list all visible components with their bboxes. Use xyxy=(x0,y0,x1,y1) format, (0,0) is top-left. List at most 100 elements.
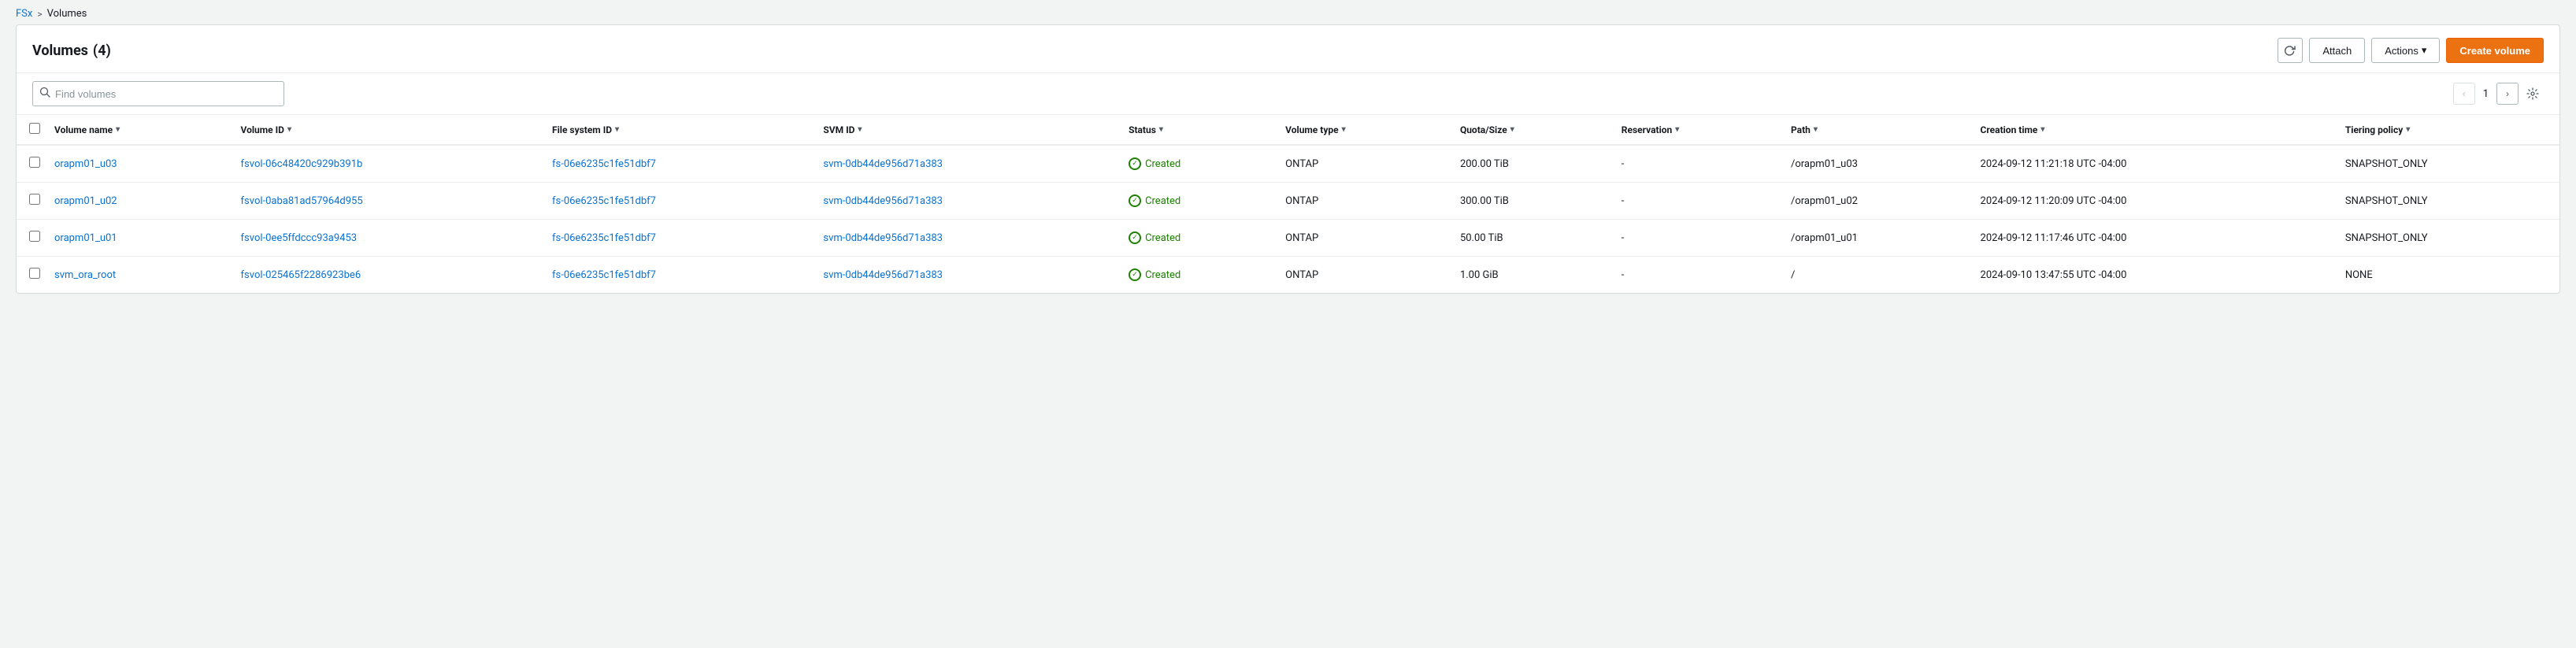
search-icon xyxy=(39,87,50,101)
cell-creation-time-0: 2024-09-12 11:21:18 UTC -04:00 xyxy=(1971,145,2336,183)
row-checkbox-cell xyxy=(17,220,45,257)
sort-icon-creation-time[interactable]: ▾ xyxy=(2040,125,2044,134)
volume-count: (4) xyxy=(93,43,111,59)
cell-filesystem-id-2: fs-06e6235c1fe51dbf7 xyxy=(543,220,814,257)
prev-page-button[interactable]: ‹ xyxy=(2453,83,2475,105)
filesystem-id-link-2[interactable]: fs-06e6235c1fe51dbf7 xyxy=(552,232,656,244)
cell-volume-id-1: fsvol-0aba81ad57964d955 xyxy=(232,183,543,220)
toolbar: ‹ 1 › xyxy=(17,73,2559,115)
breadcrumb: FSx > Volumes xyxy=(0,0,2576,24)
filesystem-id-link-0[interactable]: fs-06e6235c1fe51dbf7 xyxy=(552,158,656,170)
cell-status-2: ✓ Created xyxy=(1119,220,1276,257)
th-reservation: Reservation ▾ xyxy=(1612,115,1781,145)
th-volume-id: Volume ID ▾ xyxy=(232,115,543,145)
cell-status-1: ✓ Created xyxy=(1119,183,1276,220)
sort-icon-filesystem-id[interactable]: ▾ xyxy=(615,125,619,134)
status-check-icon-1: ✓ xyxy=(1129,194,1141,207)
sort-icon-path[interactable]: ▾ xyxy=(1814,125,1818,134)
cell-tiering-policy-2: SNAPSHOT_ONLY xyxy=(2336,220,2559,257)
status-badge-1: ✓ Created xyxy=(1129,194,1266,207)
volume-name-link-3[interactable]: svm_ora_root xyxy=(54,269,116,281)
cell-volume-id-2: fsvol-0ee5ffdccc93a9453 xyxy=(232,220,543,257)
svm-id-link-0[interactable]: svm-0db44de956d71a383 xyxy=(823,158,943,170)
volume-id-link-2[interactable]: fsvol-0ee5ffdccc93a9453 xyxy=(241,232,358,244)
sort-icon-reservation[interactable]: ▾ xyxy=(1675,125,1679,134)
status-label-3: Created xyxy=(1145,269,1181,281)
row-checkbox-cell xyxy=(17,183,45,220)
status-label-2: Created xyxy=(1145,232,1181,244)
search-box xyxy=(32,81,284,106)
breadcrumb-parent-link[interactable]: FSx xyxy=(16,8,32,20)
sort-icon-status[interactable]: ▾ xyxy=(1159,125,1163,134)
breadcrumb-current: Volumes xyxy=(47,8,87,20)
cell-svm-id-1: svm-0db44de956d71a383 xyxy=(814,183,1119,220)
cell-svm-id-0: svm-0db44de956d71a383 xyxy=(814,145,1119,183)
volume-id-link-1[interactable]: fsvol-0aba81ad57964d955 xyxy=(241,195,363,207)
svm-id-link-3[interactable]: svm-0db44de956d71a383 xyxy=(823,269,943,281)
sort-icon-volume-name[interactable]: ▾ xyxy=(116,125,120,134)
search-input[interactable] xyxy=(55,88,277,100)
sort-icon-volume-type[interactable]: ▾ xyxy=(1342,125,1346,134)
select-all-cell xyxy=(17,115,45,145)
pagination: ‹ 1 › xyxy=(2453,83,2519,105)
svm-id-link-1[interactable]: svm-0db44de956d71a383 xyxy=(823,195,943,207)
sort-icon-volume-id[interactable]: ▾ xyxy=(287,125,291,134)
sort-icon-quota-size[interactable]: ▾ xyxy=(1510,125,1514,134)
breadcrumb-separator: > xyxy=(37,9,42,20)
sort-icon-tiering-policy[interactable]: ▾ xyxy=(2406,125,2410,134)
status-check-icon-3: ✓ xyxy=(1129,268,1141,281)
volume-name-link-2[interactable]: orapm01_u01 xyxy=(54,232,117,244)
table-header-row: Volume name ▾ Volume ID ▾ File system ID… xyxy=(17,115,2559,145)
table-row: orapm01_u01 fsvol-0ee5ffdccc93a9453 fs-0… xyxy=(17,220,2559,257)
actions-button[interactable]: Actions xyxy=(2371,38,2440,63)
row-checkbox-0[interactable] xyxy=(29,157,40,168)
row-checkbox-2[interactable] xyxy=(29,231,40,242)
attach-button[interactable]: Attach xyxy=(2309,38,2365,63)
volume-id-link-0[interactable]: fsvol-06c48420c929b391b xyxy=(241,158,363,170)
next-page-button[interactable]: › xyxy=(2496,83,2519,105)
create-volume-button[interactable]: Create volume xyxy=(2446,38,2544,63)
actions-chevron-icon xyxy=(2422,44,2427,57)
volume-name-link-0[interactable]: orapm01_u03 xyxy=(54,158,117,170)
cell-quota-size-0: 200.00 TiB xyxy=(1451,145,1612,183)
row-checkbox-1[interactable] xyxy=(29,194,40,205)
volumes-table: Volume name ▾ Volume ID ▾ File system ID… xyxy=(17,115,2559,293)
cell-volume-type-1: ONTAP xyxy=(1276,183,1451,220)
select-all-checkbox[interactable] xyxy=(29,123,40,134)
row-checkbox-3[interactable] xyxy=(29,268,40,279)
th-filesystem-id: File system ID ▾ xyxy=(543,115,814,145)
cell-volume-id-0: fsvol-06c48420c929b391b xyxy=(232,145,543,183)
filesystem-id-link-1[interactable]: fs-06e6235c1fe51dbf7 xyxy=(552,195,656,207)
cell-quota-size-3: 1.00 GiB xyxy=(1451,257,1612,294)
cell-creation-time-3: 2024-09-10 13:47:55 UTC -04:00 xyxy=(1971,257,2336,294)
volume-name-link-1[interactable]: orapm01_u02 xyxy=(54,195,117,207)
cell-volume-name-3: svm_ora_root xyxy=(45,257,232,294)
table-settings-button[interactable] xyxy=(2522,83,2544,105)
th-path: Path ▾ xyxy=(1781,115,1971,145)
cell-tiering-policy-3: NONE xyxy=(2336,257,2559,294)
cell-status-3: ✓ Created xyxy=(1119,257,1276,294)
row-checkbox-cell xyxy=(17,145,45,183)
status-check-icon-2: ✓ xyxy=(1129,231,1141,244)
cell-filesystem-id-0: fs-06e6235c1fe51dbf7 xyxy=(543,145,814,183)
volume-id-link-3[interactable]: fsvol-025465f2286923be6 xyxy=(241,269,361,281)
cell-path-0: /orapm01_u03 xyxy=(1781,145,1971,183)
filesystem-id-link-3[interactable]: fs-06e6235c1fe51dbf7 xyxy=(552,269,656,281)
cell-volume-id-3: fsvol-025465f2286923be6 xyxy=(232,257,543,294)
th-tiering-policy: Tiering policy ▾ xyxy=(2336,115,2559,145)
cell-reservation-2: - xyxy=(1612,220,1781,257)
cell-quota-size-1: 300.00 TiB xyxy=(1451,183,1612,220)
refresh-button[interactable] xyxy=(2278,38,2303,63)
cell-status-0: ✓ Created xyxy=(1119,145,1276,183)
th-svm-id: SVM ID ▾ xyxy=(814,115,1119,145)
status-label-1: Created xyxy=(1145,195,1181,207)
row-checkbox-cell xyxy=(17,257,45,294)
th-volume-type: Volume type ▾ xyxy=(1276,115,1451,145)
page-title: Volumes xyxy=(32,43,88,59)
cell-volume-type-0: ONTAP xyxy=(1276,145,1451,183)
svm-id-link-2[interactable]: svm-0db44de956d71a383 xyxy=(823,232,943,244)
cell-reservation-1: - xyxy=(1612,183,1781,220)
sort-icon-svm-id[interactable]: ▾ xyxy=(858,125,862,134)
cell-reservation-3: - xyxy=(1612,257,1781,294)
th-creation-time: Creation time ▾ xyxy=(1971,115,2336,145)
